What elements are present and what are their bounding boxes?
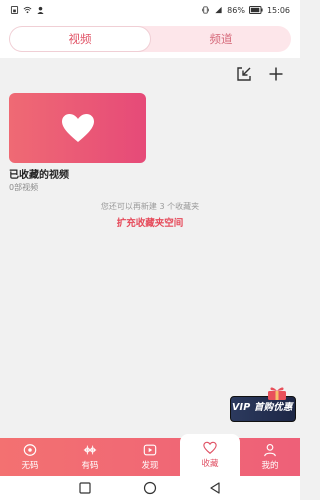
bottom-nav: 无码 有码 发现 收藏 我的: [0, 434, 300, 476]
tab-videos[interactable]: 视频: [9, 26, 151, 52]
nav-label: 有码: [81, 461, 99, 471]
nav-item-discover[interactable]: 发现: [120, 438, 180, 476]
user-status-icon: [37, 6, 44, 14]
collection-hint: 您还可以再新建 3 个收藏夹: [100, 202, 200, 211]
battery-icon: [248, 6, 263, 14]
nav-item-profile[interactable]: 我的: [240, 438, 300, 476]
nav-item-uncensored[interactable]: 无码: [0, 438, 60, 476]
collection-card[interactable]: [9, 93, 146, 163]
collection-title[interactable]: 已收藏的视频: [9, 166, 69, 181]
expand-storage-link[interactable]: 扩充收藏夹空间: [0, 215, 300, 229]
back-icon[interactable]: [209, 482, 221, 494]
vip-promo-label: VIP 首购优惠: [232, 402, 293, 413]
nav-item-censored[interactable]: 有码: [60, 438, 120, 476]
status-left: [10, 6, 45, 14]
vip-promo[interactable]: VIP 首购优惠: [228, 386, 298, 424]
nav-label: 发现: [141, 461, 159, 471]
nav-item-favorites[interactable]: 收藏: [180, 434, 240, 476]
heart-icon: [61, 114, 94, 142]
heart-icon: [203, 441, 217, 454]
eye-icon: [23, 444, 37, 456]
signal-icon: [215, 6, 222, 14]
sim-icon: [10, 6, 19, 14]
home-icon[interactable]: [143, 481, 157, 495]
status-bar: 86% 15:06: [0, 0, 300, 20]
collection-count: 0部视频: [9, 183, 39, 192]
nav-label: 无码: [21, 461, 39, 471]
battery-percent: 86%: [227, 5, 245, 15]
tab-channels[interactable]: 频道: [151, 26, 291, 52]
vibrate-icon: [202, 6, 210, 14]
nav-label: 收藏: [201, 459, 219, 469]
add-icon: [269, 67, 283, 81]
collection-toolbar: [0, 58, 300, 88]
clock: 15:06: [266, 5, 290, 15]
recent-apps-icon[interactable]: [79, 482, 91, 494]
film-icon: [83, 445, 97, 455]
user-icon: [264, 444, 276, 457]
status-right: 86% 15:06: [201, 6, 290, 15]
video-icon: [143, 444, 157, 456]
segmented-control: 视频 频道: [9, 26, 291, 52]
add-button[interactable]: [266, 64, 286, 84]
system-nav-bar: [0, 476, 300, 500]
import-button[interactable]: [234, 64, 254, 84]
gift-icon: [268, 387, 286, 400]
nav-label: 我的: [261, 461, 279, 471]
tab-bar: 视频 频道: [0, 20, 300, 58]
import-icon: [237, 67, 251, 81]
wifi-icon: [23, 6, 32, 14]
